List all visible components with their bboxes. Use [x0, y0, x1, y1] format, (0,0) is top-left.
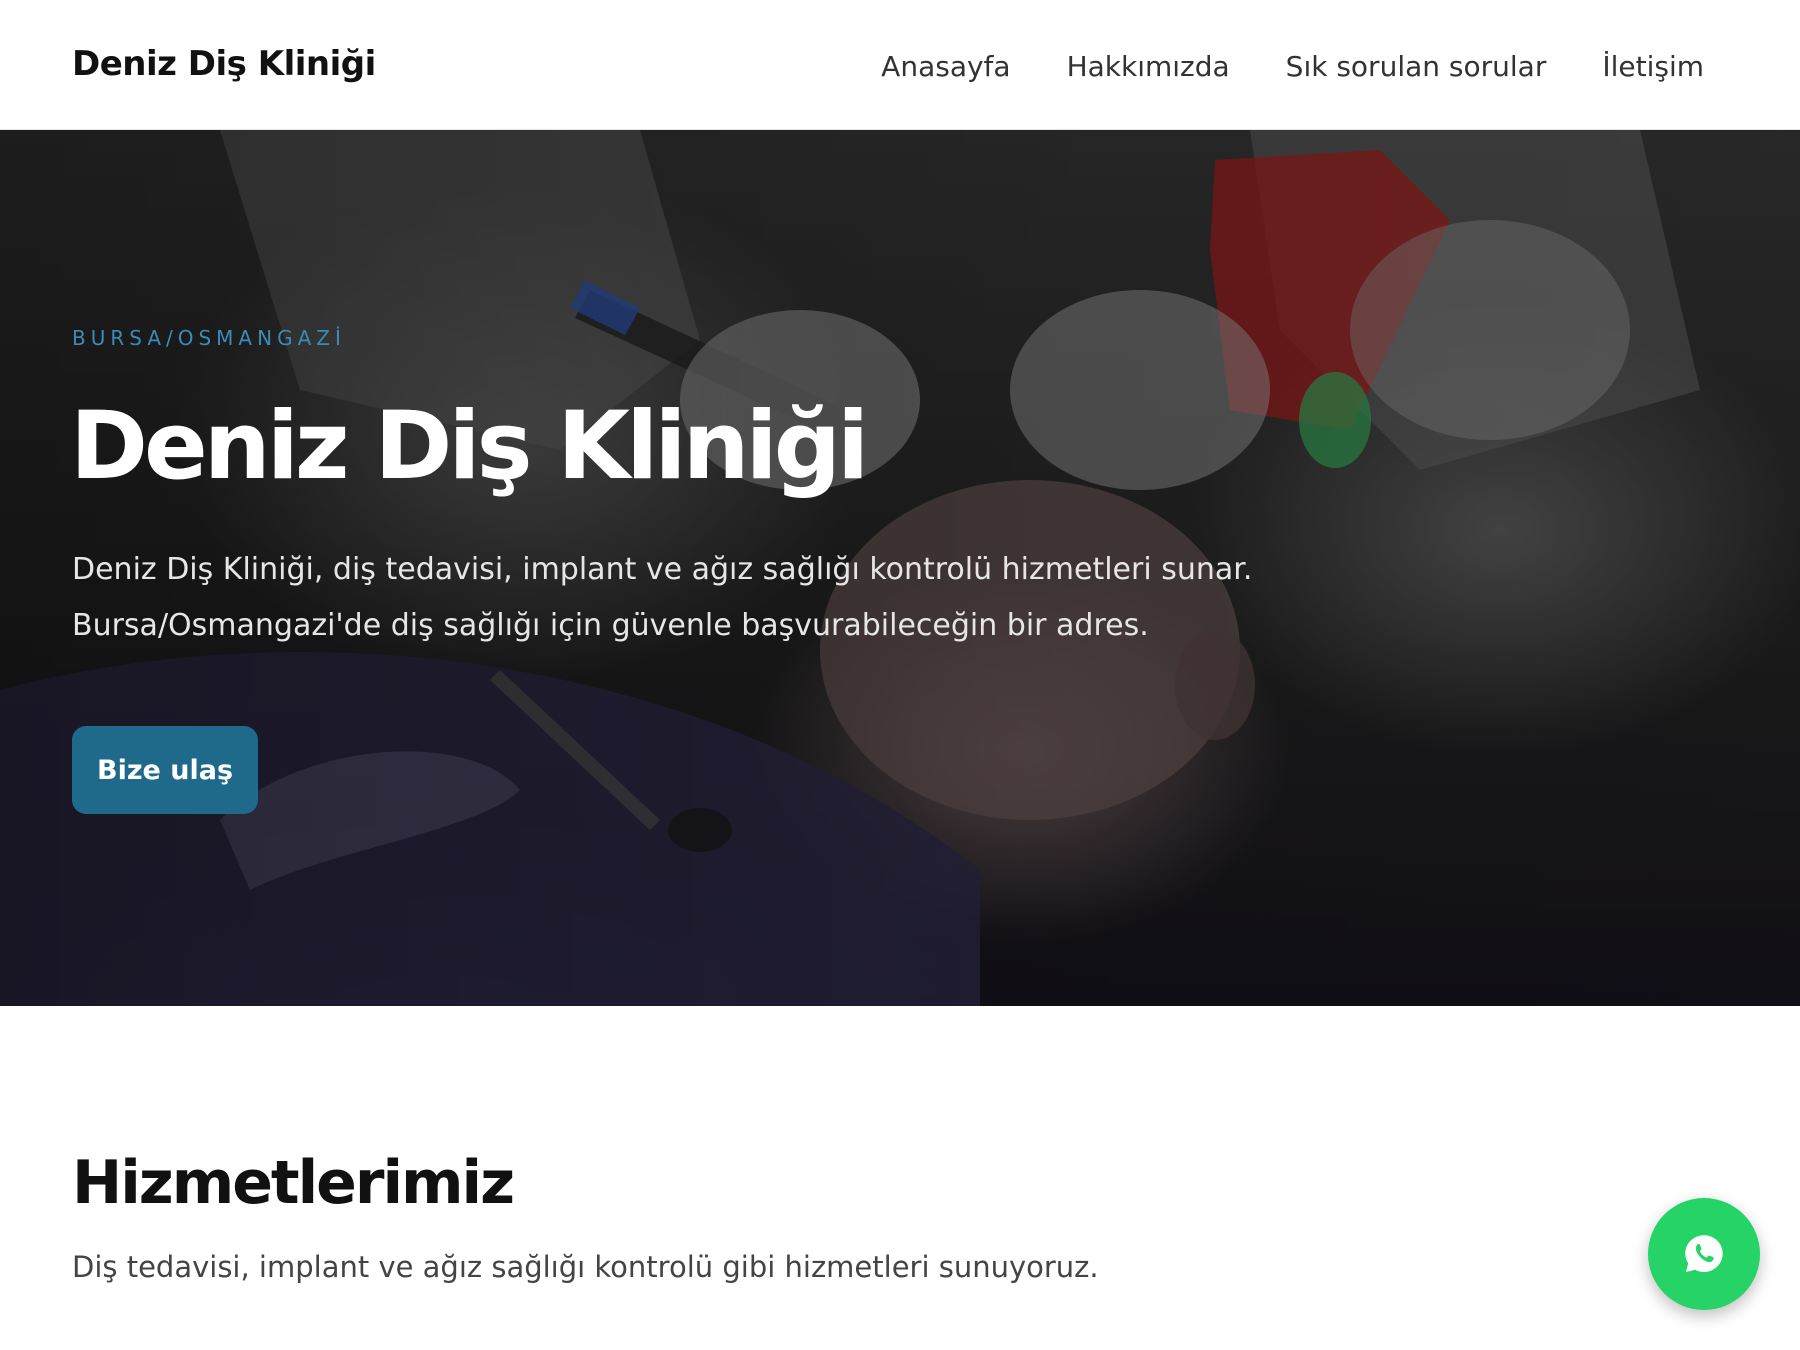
main-nav: Anasayfa Hakkımızda Sık sorulan sorular …	[881, 50, 1704, 83]
nav-link-anasayfa[interactable]: Anasayfa	[881, 50, 1010, 83]
hero-location-label: BURSA/OSMANGAZİ	[72, 326, 346, 350]
services-title: Hizmetlerimiz	[72, 1148, 515, 1218]
whatsapp-button[interactable]	[1648, 1198, 1760, 1310]
hero-section: BURSA/OSMANGAZİ Deniz Diş Kliniği Deniz …	[0, 130, 1800, 1006]
brand-logo[interactable]: Deniz Diş Kliniği	[72, 44, 376, 84]
whatsapp-icon	[1685, 1235, 1723, 1273]
nav-link-sss[interactable]: Sık sorulan sorular	[1286, 50, 1547, 83]
hero-title: Deniz Diş Kliniği	[70, 392, 869, 501]
site-header: Deniz Diş Kliniği Anasayfa Hakkımızda Sı…	[0, 0, 1800, 130]
hero-description: Deniz Diş Kliniği, diş tedavisi, implant…	[72, 552, 1253, 643]
nav-link-iletisim[interactable]: İletişim	[1602, 50, 1704, 83]
nav-link-hakkimizda[interactable]: Hakkımızda	[1067, 50, 1230, 83]
contact-us-button[interactable]: Bize ulaş	[72, 726, 258, 814]
services-description: Diş tedavisi, implant ve ağız sağlığı ko…	[72, 1250, 1099, 1284]
